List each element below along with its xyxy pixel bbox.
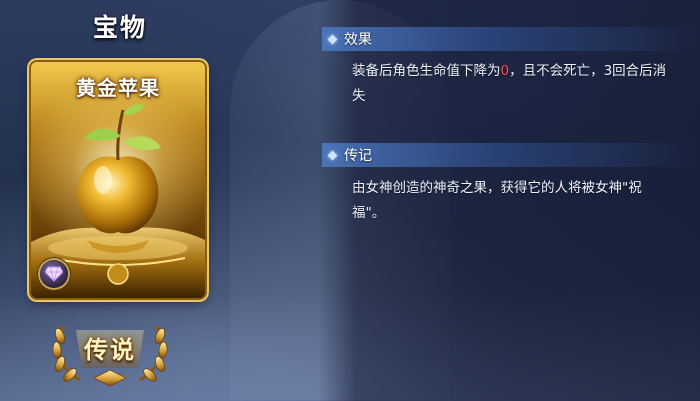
effect-highlight-value: 0 <box>500 63 510 79</box>
effect-section-header: 效果 <box>322 27 698 51</box>
item-card[interactable]: 黄金苹果 <box>31 62 205 298</box>
effect-title: 效果 <box>344 32 372 48</box>
rarity-label: 传说 <box>84 335 136 364</box>
rarity-gem-badge <box>40 260 68 288</box>
item-name: 黄金苹果 <box>76 76 160 100</box>
diamond-marker-icon <box>327 150 338 160</box>
effect-text-before: 装备后角色生命值下降为 <box>352 63 501 79</box>
lore-title: 传记 <box>344 148 372 164</box>
lore-section-header: 传记 <box>322 143 698 167</box>
diamond-icon <box>45 266 63 282</box>
lore-description: 由女神创造的神奇之果，获得它的人将被女神"祝福"。 <box>352 180 642 221</box>
diamond-marker-icon <box>327 34 338 44</box>
page-title: 宝物 <box>92 13 147 42</box>
effect-description: 装备后角色生命值下降为0，且不会死亡，3回合后消失 <box>352 59 670 109</box>
